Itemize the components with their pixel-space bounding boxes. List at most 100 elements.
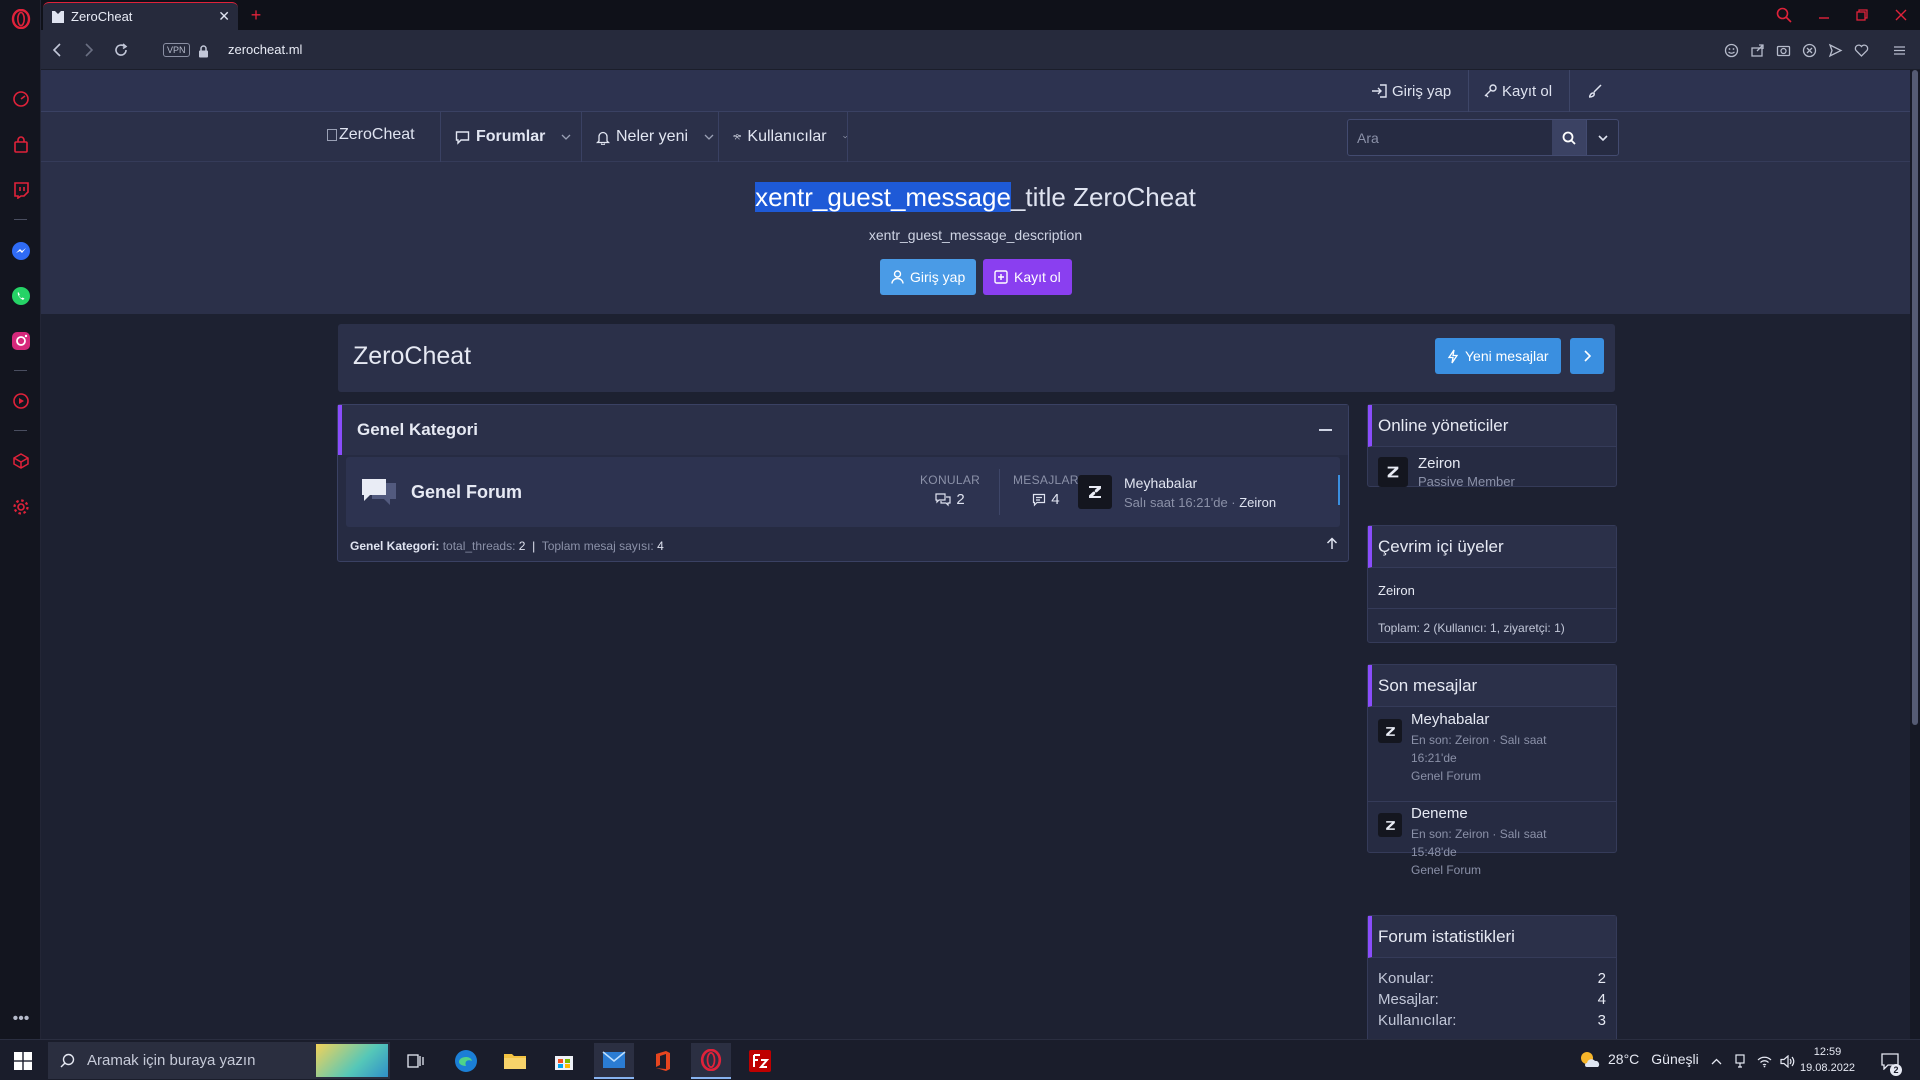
register-link[interactable]: Kayıt ol [1483,70,1552,112]
category-name: Genel Kategori [357,420,478,439]
easy-setup-icon[interactable] [1890,41,1908,59]
guest-register-button[interactable]: Kayıt ol [983,259,1072,295]
temperature: 28°C [1608,1051,1640,1067]
site-logo[interactable]: ZeroCheat [327,126,415,144]
bolt-icon [1447,349,1459,363]
back-icon[interactable] [47,40,67,60]
arrow-up-icon[interactable] [1326,537,1338,550]
minimize-icon[interactable] [1813,4,1835,26]
avatar[interactable] [1378,457,1408,487]
forward-icon[interactable] [79,40,99,60]
search-input[interactable] [1348,120,1552,155]
nav-whats-new[interactable]: Neler yeni [581,112,717,162]
messenger-icon[interactable] [10,240,32,262]
stat-value: 2 [1597,970,1606,987]
close-tab-icon[interactable]: ✕ [218,8,230,25]
weather-widget[interactable]: 28°C Güneşli [1578,1050,1699,1068]
guest-banner: xentr_guest_message_title ZeroCheat xent… [41,162,1910,314]
forum-row[interactable]: Genel Forum KONULAR 2 MESAJLAR 4 Meyhaba… [346,457,1340,527]
windows-start-icon[interactable] [3,1043,43,1079]
latest-post-meta-line: En son: Zeiron · Salı saat [1411,827,1547,841]
search-tabs-icon[interactable] [1773,4,1795,26]
online-member-name[interactable]: Zeiron [1378,583,1415,598]
settings-gear-icon[interactable] [10,496,32,518]
tab-zerocheat[interactable]: ZeroCheat ✕ [43,2,238,30]
microsoft-store-icon[interactable] [544,1043,584,1079]
send-icon[interactable] [1826,41,1844,59]
speed-dial-icon[interactable] [10,88,32,110]
avatar[interactable] [1378,719,1402,743]
url-field[interactable]: zerocheat.ml [228,42,302,57]
nav-members[interactable]: Kullanıcılar [718,112,848,162]
category-header[interactable]: Genel Kategori [338,405,1348,455]
paintbrush-icon [1588,84,1602,98]
search-button[interactable] [1552,120,1586,155]
mail-icon[interactable] [594,1043,634,1079]
broken-image-icon [327,129,337,141]
edge-browser-icon[interactable] [446,1043,486,1079]
bookmark-heart-icon[interactable] [1852,41,1870,59]
staff-username[interactable]: Zeiron [1418,455,1461,472]
chevron-down-icon[interactable] [704,134,714,140]
whatsapp-icon[interactable] [10,285,32,307]
crypto-wallet-icon[interactable] [10,450,32,472]
new-tab-button[interactable]: + [246,5,266,25]
emoji-icon[interactable] [1722,41,1740,59]
style-chooser-button[interactable] [1587,70,1603,112]
latest-post-title[interactable]: Meyhabalar [1411,711,1489,728]
scrollbar-thumb[interactable] [1912,70,1918,725]
last-post-user[interactable]: Zeiron [1239,495,1276,510]
taskbar-search[interactable]: Aramak için buraya yazın [48,1042,390,1079]
opera-taskbar-icon[interactable] [691,1043,731,1079]
adblock-icon[interactable] [1800,41,1818,59]
collapse-icon[interactable] [1319,429,1332,431]
search-highlight-image [316,1044,388,1077]
chevron-down-icon[interactable] [561,134,571,140]
usb-device-icon[interactable] [1729,1043,1751,1079]
wifi-icon[interactable] [1753,1043,1775,1079]
guest-login-button[interactable]: Giriş yap [880,259,977,295]
last-post-title[interactable]: Meyhabalar [1124,475,1197,491]
player-icon[interactable] [10,390,32,412]
new-messages-button[interactable]: Yeni mesajlar [1435,338,1561,374]
footer-threads-value: 2 [518,539,526,553]
file-explorer-icon[interactable] [495,1043,535,1079]
chevron-up-icon[interactable] [1705,1043,1727,1079]
system-clock[interactable]: 12:59 19.08.2022 [1800,1044,1855,1076]
instagram-icon[interactable] [10,330,32,352]
page-scrollbar[interactable] [1910,70,1920,1039]
opera-logo-icon[interactable] [10,8,32,30]
forum-chat-icon [360,477,398,509]
more-options-icon[interactable]: ••• [10,1008,32,1030]
search-options-button[interactable] [1586,120,1618,155]
avatar[interactable] [1078,475,1112,509]
online-staff-title: Online yöneticiler [1368,405,1616,447]
login-link[interactable]: Giriş yap [1371,70,1451,112]
vpn-badge[interactable]: VPN [163,43,190,57]
lock-icon[interactable] [193,41,213,61]
notifications-icon[interactable]: 2 [1872,1043,1908,1079]
close-window-icon[interactable] [1890,4,1912,26]
chevron-down-icon[interactable] [842,134,847,140]
volume-icon[interactable] [1776,1043,1798,1079]
nav-forums[interactable]: Forumlar [440,112,580,162]
share-icon[interactable] [1748,41,1766,59]
office-icon[interactable] [643,1043,683,1079]
online-staff-widget: Online yöneticiler Zeiron Passive Member [1367,404,1617,489]
reload-icon[interactable] [111,40,131,60]
latest-post-forum[interactable]: Genel Forum [1411,767,1546,785]
snapshot-icon[interactable] [1774,41,1792,59]
register-label: Kayıt ol [1502,82,1553,100]
filezilla-icon[interactable] [740,1043,780,1079]
restore-icon[interactable] [1851,4,1873,26]
new-messages-label: Yeni mesajlar [1465,348,1549,364]
next-page-button[interactable] [1570,338,1604,374]
threads-label: KONULAR [920,473,981,487]
latest-post-title[interactable]: Deneme [1411,805,1468,822]
task-view-icon[interactable] [396,1043,436,1079]
twitch-icon[interactable] [10,179,32,201]
forum-name[interactable]: Genel Forum [411,482,522,503]
latest-post-forum[interactable]: Genel Forum [1411,861,1546,879]
shopping-bag-icon[interactable] [10,134,32,156]
avatar[interactable] [1378,813,1402,837]
